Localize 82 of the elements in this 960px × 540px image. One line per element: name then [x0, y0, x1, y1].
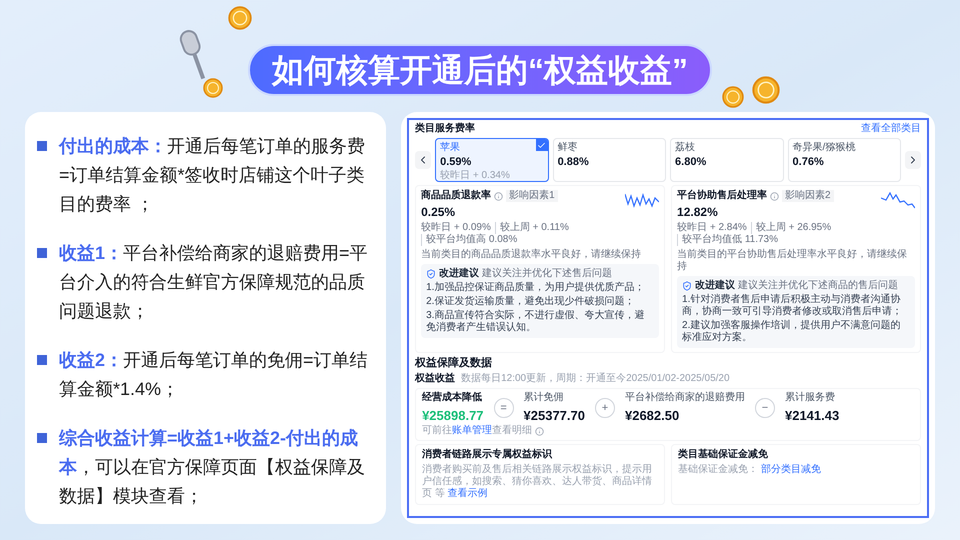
selected-corner-icon [536, 139, 548, 151]
comparison-text: 较昨日 + 2.84% [677, 222, 747, 234]
advice-hint: 建议关注并优化下述商品的售后问题 [738, 280, 898, 292]
advice-line: 2.建议加强客服操作培训，提供用户不满意问题的标准应对方案。 [682, 320, 902, 344]
formula-label: 平台补偿给商家的退赔费用 [624, 392, 745, 404]
advice-line: 1.加强品控保证商品质量，为用户提供优质产品； [426, 282, 646, 294]
next-button[interactable] [905, 151, 922, 169]
coin-icon [752, 76, 780, 104]
formula-value: ¥2682.50 [624, 408, 680, 423]
formula-label: 累计免佣 [524, 392, 565, 404]
bill-link[interactable]: 账单管理 [452, 425, 492, 436]
bullet-icon [37, 433, 47, 443]
category-rate: 0.76% [792, 156, 825, 168]
comparison-text: 较平台均值高 0.08% [421, 234, 518, 246]
advice-line: 2.保证发货运输质量，避免出现少件破损问题； [426, 296, 636, 308]
formula-note: 可前往账单管理查看明细 [422, 425, 532, 437]
category-name: 鲜枣 [558, 142, 578, 154]
point-text: 综合收益计算=收益1+收益2-付出的成本，可以在官方保障页面【权益保障及数据】模块查看； [59, 427, 366, 508]
benefit-title: 消费者链路展示专属权益标识 [422, 449, 554, 461]
point-text: 收益1：平台补偿给商家的退赔费用=平台介入的符合生鲜官方保障规范的品质问题退款； [59, 242, 369, 323]
info-icon [494, 192, 504, 200]
subsection-title: 权益收益 [415, 373, 456, 385]
sparkline-drawing [881, 190, 916, 210]
comparison-text: 较上周 + 0.11% [494, 222, 569, 234]
category-rate: 0.88% [558, 156, 590, 168]
metric-value: 12.82% [677, 205, 719, 219]
section-title: 权益保障及数据 [415, 357, 494, 370]
formula-value: ¥2141.43 [784, 408, 840, 423]
category-rate: 6.80% [675, 156, 708, 168]
bullet-icon [37, 141, 47, 151]
point-text: 收益2：开通后每笔订单的免佣=订单结算金额*1.4%； [59, 349, 369, 401]
category-name: 荔枝 [675, 142, 696, 154]
formula-label: 累计服务费 [784, 392, 836, 404]
operator-symbol: − [754, 398, 775, 418]
comparison-text: 较昨日 + 0.09% [421, 222, 491, 234]
slide-title: 如何核算开通后的“权益收益” [248, 44, 712, 96]
comparison-text: 较上周 + 26.95% [750, 222, 832, 234]
benefit-title: 类目基础保证金减免 [678, 449, 770, 461]
coin-icon [228, 6, 252, 30]
metric-tag: 影响因素2 [782, 190, 834, 202]
advice-line: 1.针对消费者售后申请后积极主动与消费者沟通协商，协商一致可引导消费者修改或取消售后申请； [682, 294, 904, 318]
operator-symbol: = [494, 398, 514, 418]
benefit-link[interactable]: 部分类目减免 [760, 464, 821, 475]
benefit-text: 消费者购买前及售后相关链路展示权益标识，提示用户信任感，如搜索、猜你喜欢、达人带货、商品详情页 等 查看示例 [422, 464, 654, 500]
category-card[interactable]: 奇异果/猕猴桃 0.76% [788, 138, 902, 182]
coin-icon [203, 78, 223, 98]
view-all-link[interactable]: 查看全部类目 [861, 123, 921, 135]
coin-icon [722, 86, 744, 108]
operator-symbol: + [594, 398, 615, 418]
comparison-text: 较平台均值低 11.73% [677, 234, 778, 246]
metric-value: 0.25% [421, 205, 456, 219]
info-icon [770, 192, 780, 200]
info-icon [535, 426, 544, 436]
formula-value: ¥25898.77 [422, 408, 484, 423]
metric-tag: 影响因素1 [506, 190, 558, 202]
bullet-icon [37, 248, 47, 258]
point-text: 付出的成本：开通后每笔订单的服务费=订单结算金额*签收时店铺这个叶子类目的费率 ； [59, 135, 366, 216]
update-note: 数据每日12:00更新，周期：开通至今2025/01/02-2025/05/20 [461, 373, 730, 385]
metric-title: 商品品质退款率 [421, 190, 492, 202]
category-change: 较昨日 + 0.34% [440, 170, 511, 181]
benefit-text: 基础保证金减免： 部分类目减免 [678, 464, 822, 476]
category-name: 苹果 [440, 142, 460, 154]
previous-button[interactable] [415, 151, 432, 169]
bullet-icon [37, 355, 47, 365]
advice-label: 改进建议 [695, 280, 736, 292]
advice-line: 3.商品宣传符合实际，不进行虚假、夸大宣传，避免消费者产生错误认知。 [426, 310, 646, 334]
advice-hint: 建议关注并优化下述售后问题 [482, 268, 612, 280]
metric-note: 当前类目的商品品质退款率水平良好，请继续保持 [421, 249, 642, 261]
category-rate: 0.59% [440, 156, 472, 168]
category-card[interactable]: 苹果 0.59% 较昨日 + 0.34% [435, 138, 549, 182]
category-card[interactable]: 鲜枣 0.88% [552, 138, 666, 182]
shield-icon [426, 269, 436, 279]
section-title: 类目服务费率 [415, 123, 476, 135]
shield-icon [682, 281, 692, 291]
category-card[interactable]: 荔枝 6.80% [670, 138, 784, 182]
formula-value: ¥25377.70 [524, 408, 585, 423]
benefit-link[interactable]: 查看示例 [448, 488, 488, 499]
formula-label: 经营成本降低 [422, 392, 484, 404]
metric-note: 当前类目的平台协助售后处理率水平良好，请继续保持 [677, 249, 908, 273]
advice-label: 改进建议 [439, 268, 480, 280]
category-name: 奇异果/猕猴桃 [792, 142, 856, 154]
metric-title: 平台协助售后处理率 [677, 190, 768, 202]
